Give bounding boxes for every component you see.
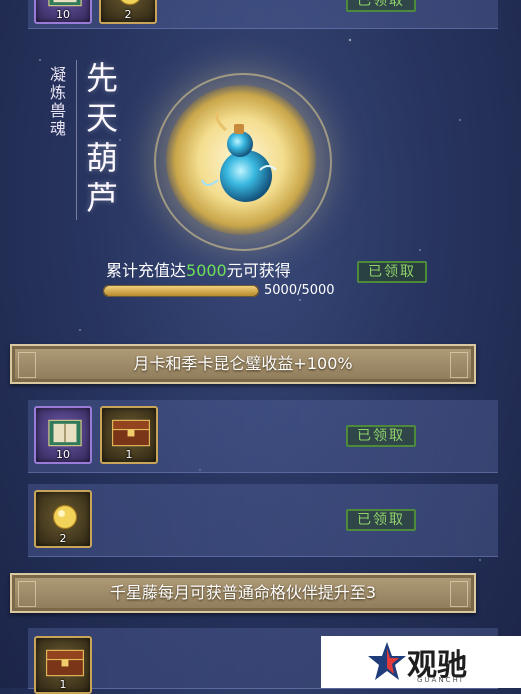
- item-count: 10: [56, 448, 70, 461]
- reward-row: [28, 400, 498, 473]
- site-logo: 观驰 GUANCHI: [321, 636, 521, 688]
- item-count: 2: [124, 8, 132, 21]
- divider-line: [76, 60, 77, 220]
- section-banner: 千星藤每月可获普通命格伙伴提升至3: [10, 573, 476, 613]
- progress-fill: [104, 286, 258, 296]
- reward-item-chest[interactable]: 1: [34, 636, 92, 694]
- spirit-gourd-icon[interactable]: [196, 110, 296, 210]
- reward-item-orb[interactable]: 2: [99, 0, 157, 24]
- item-count: 1: [125, 448, 133, 461]
- item-count: 10: [56, 8, 70, 21]
- desc-suffix: 元可获得: [226, 261, 291, 280]
- progress-bar: [103, 285, 259, 297]
- desc-amount: 5000: [186, 261, 227, 280]
- reward-item-book[interactable]: 10: [34, 406, 92, 464]
- progress-text: 5000/5000: [264, 283, 335, 298]
- desc-prefix: 累计充值达: [106, 261, 187, 280]
- reward-item-book[interactable]: 10: [34, 0, 92, 24]
- star-logo-icon: [368, 642, 406, 680]
- section-banner: 月卡和季卡昆仑璧收益+100%: [10, 344, 476, 384]
- reward-description: 累计充值达5000元可获得: [106, 257, 291, 281]
- item-count: 1: [59, 678, 67, 691]
- reward-item-orb[interactable]: 2: [34, 490, 92, 548]
- logo-subtext: GUANCHI: [417, 676, 464, 684]
- spell-book-icon: [48, 419, 82, 447]
- reward-title: 先天葫芦: [86, 59, 119, 217]
- reward-item-chest[interactable]: 1: [100, 406, 158, 464]
- treasure-chest-icon: [46, 649, 84, 677]
- golden-orb-icon: [52, 504, 78, 530]
- treasure-chest-icon: [112, 419, 150, 447]
- claimed-badge: 已领取: [346, 0, 416, 12]
- claimed-button[interactable]: 已领取: [357, 261, 427, 283]
- claimed-button[interactable]: 已领取: [346, 425, 416, 447]
- reward-row: [28, 484, 498, 557]
- claimed-button[interactable]: 已领取: [346, 509, 416, 531]
- item-count: 2: [59, 532, 67, 545]
- side-title: 凝炼兽魂: [50, 65, 67, 138]
